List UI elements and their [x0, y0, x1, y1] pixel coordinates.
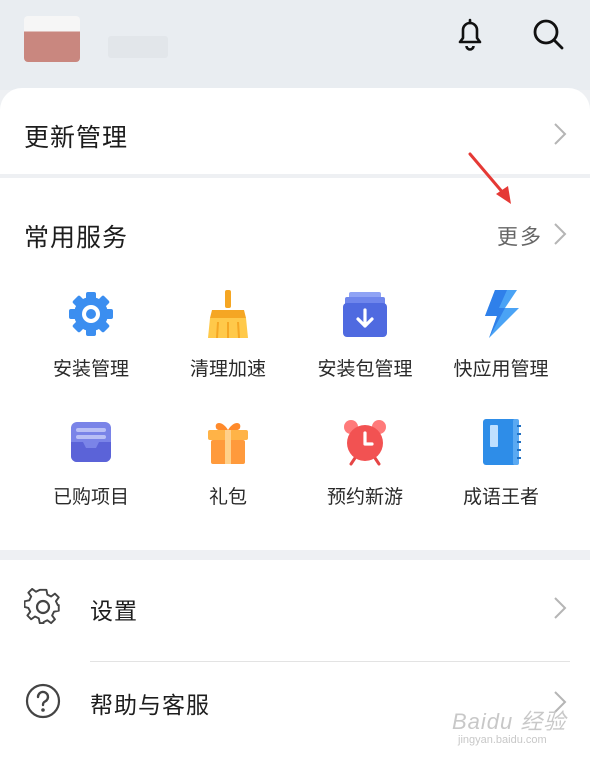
bell-icon[interactable] — [450, 14, 490, 54]
chevron-right-icon — [552, 122, 568, 146]
service-package-manage[interactable]: 安装包管理 — [297, 288, 433, 381]
broom-icon — [202, 288, 254, 340]
book-icon — [475, 416, 527, 468]
service-clean-speed[interactable]: 清理加速 — [160, 288, 296, 381]
top-bar — [0, 0, 590, 90]
package-download-icon — [339, 288, 391, 340]
red-annotation-arrow-icon — [462, 148, 522, 210]
avatar[interactable] — [24, 16, 80, 62]
username-placeholder[interactable] — [108, 36, 168, 58]
gift-icon — [202, 416, 254, 468]
common-services-section: 常用服务 更多 安装管理 清理加速 安装包管理 快应用管理 已购项目 礼包 预约… — [0, 178, 590, 550]
chevron-right-icon[interactable] — [552, 222, 568, 246]
help-support-label: 帮助与客服 — [90, 693, 210, 719]
service-label: 成语王者 — [462, 486, 539, 508]
service-label: 礼包 — [208, 486, 247, 508]
service-label: 清理加速 — [189, 358, 266, 380]
service-reserve-game[interactable]: 预约新游 — [297, 416, 433, 509]
service-label: 预约新游 — [326, 486, 403, 508]
service-purchased[interactable]: 已购项目 — [23, 416, 159, 509]
service-install-manage[interactable]: 安装管理 — [23, 288, 159, 381]
service-label: 快应用管理 — [453, 358, 549, 380]
watermark-url: jingyan.baidu.com — [458, 734, 547, 746]
search-icon[interactable] — [528, 14, 568, 54]
update-title: 更新管理 — [24, 123, 129, 152]
watermark-logo: Baidu 经验 — [452, 709, 567, 734]
gear-icon — [65, 288, 117, 340]
more-link[interactable]: 更多 — [497, 221, 543, 251]
service-quick-app-manage[interactable]: 快应用管理 — [433, 288, 569, 381]
settings-row[interactable]: 设置 — [0, 568, 590, 662]
services-title: 常用服务 — [24, 223, 129, 252]
service-idiom-king[interactable]: 成语王者 — [433, 416, 569, 509]
help-icon — [24, 682, 62, 720]
service-gift-pack[interactable]: 礼包 — [160, 416, 296, 509]
settings-label: 设置 — [90, 599, 138, 625]
service-label: 安装包管理 — [317, 358, 413, 380]
service-label: 安装管理 — [52, 358, 129, 380]
service-label: 已购项目 — [52, 486, 129, 508]
lightning-icon — [475, 288, 527, 340]
chevron-right-icon — [552, 596, 568, 620]
alarm-clock-icon — [339, 416, 391, 468]
settings-gear-icon — [24, 588, 62, 626]
purchased-tray-icon — [65, 416, 117, 468]
